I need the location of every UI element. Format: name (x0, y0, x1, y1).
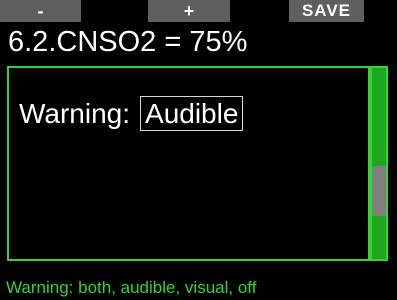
save-softkey[interactable]: SAVE (289, 0, 364, 22)
minus-softkey[interactable]: - (0, 0, 81, 22)
scrollbar-thumb[interactable] (372, 166, 386, 216)
warning-label: Warning: (19, 97, 131, 129)
warning-setting-row: Warning: Audible (19, 96, 244, 131)
options-hint: Warning: both, audible, visual, off (6, 278, 257, 297)
warning-value-field[interactable]: Audible (140, 96, 244, 131)
plus-softkey[interactable]: + (148, 0, 230, 22)
page-title: 6.2.CNSO2 = 75% (8, 26, 248, 58)
scrollbar-track[interactable] (372, 68, 386, 259)
